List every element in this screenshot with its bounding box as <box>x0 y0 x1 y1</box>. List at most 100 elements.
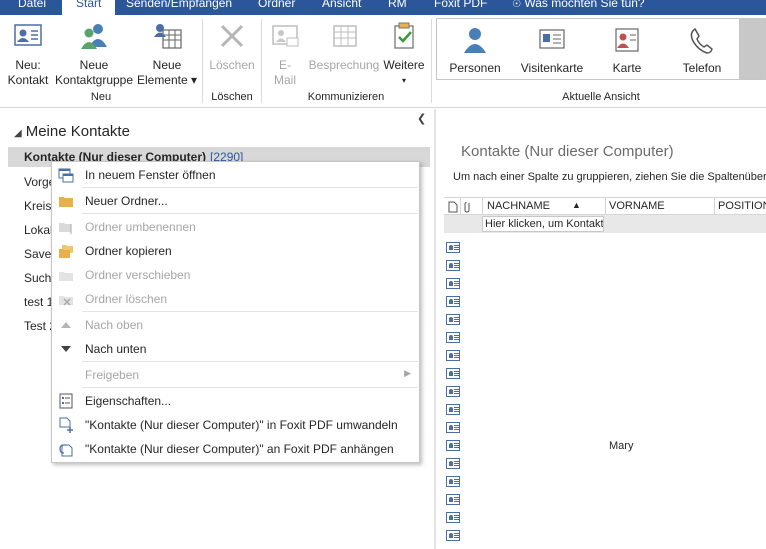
new-contact-group-button[interactable]: Neue Kontaktgruppe <box>52 18 136 88</box>
person-icon <box>464 28 486 53</box>
contact-row-icon[interactable] <box>446 476 460 487</box>
phone-icon <box>690 27 713 54</box>
rename-folder-icon <box>59 223 72 234</box>
folder-icon <box>59 197 73 207</box>
current-view-gallery: Personen Visitenkarte Karte Telefon <box>436 18 766 80</box>
more-communicate-button[interactable]: Weitere ▾ <box>382 18 426 88</box>
group-label-kommunizieren: Kommunizieren <box>307 91 385 103</box>
email-button[interactable]: E- Mail <box>266 18 304 88</box>
view-karte[interactable]: Karte <box>599 21 655 75</box>
new-items-button[interactable]: Neue Elemente ▾ <box>136 18 198 88</box>
contact-row-icon[interactable] <box>446 422 460 433</box>
copy-folder-icon <box>59 245 73 258</box>
contact-row-icon[interactable] <box>446 458 460 469</box>
pane-splitter[interactable] <box>434 109 436 549</box>
tab-datei[interactable]: Datei <box>18 0 46 15</box>
attachment-column-icon[interactable] <box>464 201 472 213</box>
view-personen[interactable]: Personen <box>443 21 507 75</box>
contact-row-icon[interactable] <box>446 368 460 379</box>
my-contacts-header[interactable]: ◢ Meine Kontakte <box>14 123 130 140</box>
delete-folder-icon <box>59 296 73 306</box>
submenu-arrow-icon: ▶ <box>404 368 411 378</box>
column-header-vorname[interactable]: VORNAME <box>609 200 665 212</box>
business-card-icon <box>539 29 565 49</box>
menu-item-new-folder[interactable]: Neuer Ordner... <box>52 190 419 212</box>
folder-title: Kontakte (Nur dieser Computer) <box>461 143 674 160</box>
contact-row-icon[interactable] <box>446 242 460 253</box>
column-header-nachname[interactable]: NACHNAME <box>487 200 550 212</box>
menu-item-delete-folder[interactable]: Ordner löschen <box>52 288 419 310</box>
group-label-loeschen: Löschen <box>211 91 253 103</box>
pdf-attach-icon <box>59 444 73 457</box>
gallery-scroll[interactable] <box>739 19 765 79</box>
view-visitenkarte[interactable]: Visitenkarte <box>515 21 589 75</box>
menu-item-properties[interactable]: Eigenschaften... <box>52 390 419 412</box>
menu-item-share[interactable]: Freigeben ▶ <box>52 364 419 386</box>
tab-senden-empfangen[interactable]: Senden/Empfangen <box>126 0 232 15</box>
tab-rm[interactable]: RM <box>388 0 407 15</box>
folder-context-menu: In neuem Fenster öffnen Neuer Ordner... … <box>51 161 420 463</box>
arrow-down-icon <box>61 346 71 352</box>
outlook-window: { "tabs": [ {"label": "Datei", "active":… <box>0 0 766 549</box>
tell-me-box[interactable]: ☉ Was möchten Sie tun? <box>512 0 645 15</box>
column-header-row: NACHNAME ▲ VORNAME POSITION <box>444 197 766 215</box>
column-header-position[interactable]: POSITION <box>718 200 766 212</box>
pdf-convert-icon <box>59 417 73 433</box>
new-items-icon <box>154 24 182 49</box>
menu-item-move-down[interactable]: Nach unten <box>52 338 419 360</box>
menu-item-copy-folder[interactable]: Ordner kopieren <box>52 240 419 262</box>
email-contact-icon <box>272 25 299 47</box>
collapse-pane-chevron-icon[interactable]: ❮ <box>417 112 426 125</box>
meeting-button[interactable]: Besprechung <box>308 18 380 73</box>
meeting-icon <box>333 25 357 47</box>
folder-item[interactable]: test 1 <box>24 295 53 309</box>
new-contact-button[interactable]: Neu: Kontakt <box>6 18 50 88</box>
group-separator <box>202 19 203 103</box>
menu-item-rename-folder[interactable]: Ordner umbenennen <box>52 216 419 238</box>
contact-first-name: Mary <box>609 440 634 452</box>
tab-start[interactable]: Start <box>62 0 116 15</box>
menu-item-foxit-attach[interactable]: "Kontakte (Nur dieser Computer)" an Foxi… <box>52 438 419 460</box>
properties-icon <box>59 393 73 409</box>
group-label-neu: Neu <box>90 91 112 103</box>
group-separator <box>431 19 432 103</box>
move-folder-icon <box>59 272 73 281</box>
contact-row-icon[interactable] <box>446 440 460 451</box>
group-label-aktuelle-ansicht: Aktuelle Ansicht <box>562 91 640 103</box>
group-by-hint: Um nach einer Spalte zu gruppieren, zieh… <box>453 171 766 183</box>
tab-ordner[interactable]: Ordner <box>258 0 295 15</box>
contact-row-icon[interactable] <box>446 530 460 541</box>
add-contact-input[interactable]: Hier klicken, um Kontakt hinzuzufügen <box>482 216 604 232</box>
contact-row-icon[interactable] <box>446 404 460 415</box>
contact-row-icon[interactable] <box>446 350 460 361</box>
contact-row-icon[interactable] <box>446 332 460 343</box>
delete-x-icon <box>220 24 244 48</box>
ribbon-tab-bar: Datei Start Senden/Empfangen Ordner Ansi… <box>0 0 766 15</box>
contact-row-icon[interactable] <box>446 260 460 271</box>
expand-triangle-icon: ◢ <box>14 128 22 139</box>
card-icon <box>615 28 639 52</box>
contact-row-icon[interactable] <box>446 296 460 307</box>
sort-ascending-icon: ▲ <box>572 200 581 210</box>
tab-ansicht[interactable]: Ansicht <box>322 0 361 15</box>
view-telefon[interactable]: Telefon <box>671 21 733 75</box>
contact-row-icon[interactable] <box>446 314 460 325</box>
contact-group-icon <box>81 24 107 49</box>
more-communicate-icon <box>394 22 414 49</box>
contact-row-icon[interactable] <box>446 278 460 289</box>
menu-item-open-new-window[interactable]: In neuem Fenster öffnen <box>52 164 419 186</box>
folder-item[interactable]: Lokal <box>24 223 53 237</box>
contact-row-icon[interactable] <box>446 494 460 505</box>
new-window-icon <box>58 168 74 183</box>
ribbon: Neu: Kontakt Neue Kontaktgruppe Neue Ele… <box>0 15 766 108</box>
contact-row-icon[interactable] <box>446 512 460 523</box>
contact-row-icon[interactable] <box>446 386 460 397</box>
add-contact-row[interactable]: Hier klicken, um Kontakt hinzuzufügen <box>444 215 766 233</box>
menu-item-move-up[interactable]: Nach oben <box>52 314 419 336</box>
delete-button[interactable]: Löschen <box>206 18 258 73</box>
menu-item-move-folder[interactable]: Ordner verschieben <box>52 264 419 286</box>
document-column-icon[interactable] <box>448 201 458 213</box>
menu-item-foxit-convert[interactable]: "Kontakte (Nur dieser Computer)" in Foxi… <box>52 414 419 436</box>
lightbulb-icon: ☉ <box>512 0 521 10</box>
tab-foxit-pdf[interactable]: Foxit PDF <box>434 0 487 15</box>
